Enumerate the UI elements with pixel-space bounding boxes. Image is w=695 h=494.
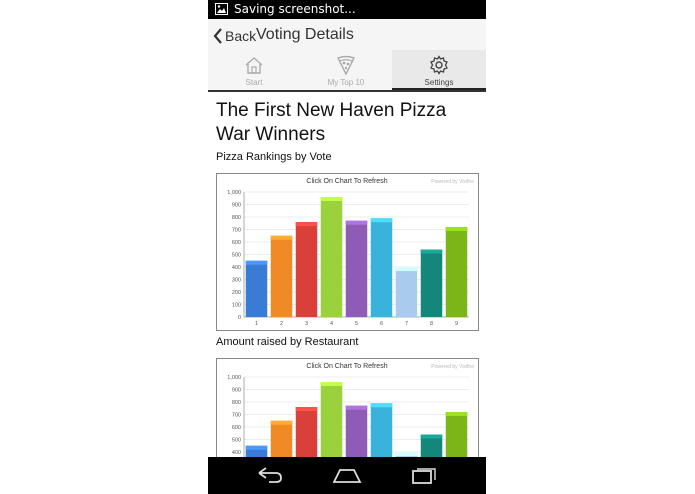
bar-top-highlight xyxy=(245,445,268,450)
amount-raised-label: Amount raised by Restaurant xyxy=(216,336,359,348)
pizza-rankings-chart[interactable]: Click On Chart To Refresh Powered by Visi… xyxy=(216,173,479,331)
y-tick-label: 700 xyxy=(232,413,241,419)
x-tick-label: 2 xyxy=(280,321,283,327)
bar-top-highlight xyxy=(420,434,443,439)
bar-top-highlight xyxy=(445,227,468,231)
x-tick-label: 7 xyxy=(405,321,408,327)
bar-top-highlight xyxy=(345,220,368,225)
bar-1 xyxy=(245,260,268,317)
gear-icon xyxy=(430,55,448,75)
y-tick-label: 900 xyxy=(232,388,241,394)
action-bar: Back Voting Details xyxy=(208,19,486,50)
y-tick-label: 100 xyxy=(232,303,241,309)
chart-watermark: Powered by Visifire xyxy=(431,179,474,185)
x-tick-label: 6 xyxy=(380,321,383,327)
bar-top-highlight xyxy=(270,235,293,240)
bar-2 xyxy=(270,420,293,457)
tab-my-top-10[interactable]: My Top 10 xyxy=(300,50,392,90)
y-tick-label: 800 xyxy=(232,400,241,406)
bar-top-highlight xyxy=(345,405,368,410)
bar-5 xyxy=(345,220,368,317)
chart-title: Click On Chart To Refresh xyxy=(306,178,387,185)
x-tick-label: 3 xyxy=(305,321,308,327)
back-label: Back xyxy=(225,28,257,44)
bar-top-highlight xyxy=(395,267,418,271)
y-tick-label: 1,000 xyxy=(227,375,241,381)
home-icon xyxy=(245,57,263,74)
y-tick-label: 500 xyxy=(232,438,241,444)
y-tick-label: 600 xyxy=(232,425,241,431)
pizza-rankings-label: Pizza Rankings by Vote xyxy=(216,151,332,163)
phone-screen: Saving screenshot... Back Voting Details… xyxy=(208,0,486,494)
pizza-icon xyxy=(337,55,355,75)
y-tick-label: 700 xyxy=(232,228,241,234)
bar-top-highlight xyxy=(295,222,318,226)
bar-top-highlight xyxy=(395,452,418,456)
bar-top-highlight xyxy=(320,197,343,201)
bar-top-highlight xyxy=(445,412,468,416)
status-bar: Saving screenshot... xyxy=(208,0,486,19)
y-tick-label: 600 xyxy=(232,240,241,246)
x-tick-label: 4 xyxy=(330,321,333,327)
bar-6 xyxy=(370,218,393,317)
chart-watermark: Powered by Visifire xyxy=(431,364,474,370)
bar-top-highlight xyxy=(320,382,343,386)
bar-top-highlight xyxy=(420,249,443,254)
status-notification-text: Saving screenshot... xyxy=(234,2,356,16)
y-tick-label: 0 xyxy=(238,315,241,321)
bar-top-highlight xyxy=(370,218,393,223)
bar-8 xyxy=(420,249,443,317)
bar-6 xyxy=(370,403,393,457)
bar-top-highlight xyxy=(295,407,318,411)
bar-5 xyxy=(345,405,368,457)
page-title: Voting Details xyxy=(256,26,354,43)
tab-settings[interactable]: Settings xyxy=(392,50,486,90)
bar-7 xyxy=(395,267,418,317)
page-heading: The First New Haven Pizza War Winners xyxy=(216,100,447,145)
back-button[interactable]: Back xyxy=(213,25,256,47)
bar-4 xyxy=(320,382,343,457)
y-tick-label: 900 xyxy=(232,203,241,209)
bar-9 xyxy=(445,227,468,317)
bar-top-highlight xyxy=(245,260,268,265)
tab-my-top-10-label: My Top 10 xyxy=(327,78,365,87)
home-nav-icon[interactable] xyxy=(332,465,362,485)
y-tick-label: 400 xyxy=(232,265,241,271)
chevron-left-icon xyxy=(213,28,222,44)
pizza-rankings-chart-svg: Click On Chart To Refresh Powered by Visi… xyxy=(227,178,474,327)
tab-start-label: Start xyxy=(245,78,263,87)
navigation-bar xyxy=(208,457,486,494)
x-tick-label: 1 xyxy=(255,321,258,327)
bar-top-highlight xyxy=(270,420,293,425)
tab-start[interactable]: Start xyxy=(208,50,300,90)
bar-9 xyxy=(445,412,468,457)
y-tick-label: 500 xyxy=(232,253,241,259)
tab-bar: Start My Top 10 Settings xyxy=(208,50,486,92)
y-tick-label: 200 xyxy=(232,290,241,296)
y-tick-label: 300 xyxy=(232,278,241,284)
tab-settings-label: Settings xyxy=(424,78,454,87)
image-icon xyxy=(215,3,228,15)
y-tick-label: 400 xyxy=(232,450,241,456)
recent-apps-icon[interactable] xyxy=(411,465,439,485)
x-tick-label: 5 xyxy=(355,321,358,327)
amount-raised-chart-svg: Click On Chart To Refresh Powered by Visi… xyxy=(227,363,474,457)
bar-2 xyxy=(270,235,293,317)
bar-3 xyxy=(295,407,318,457)
bar-top-highlight xyxy=(370,403,393,408)
bar-4 xyxy=(320,197,343,317)
y-tick-label: 1,000 xyxy=(227,190,241,196)
content-area[interactable]: The First New Haven Pizza War Winners Pi… xyxy=(208,92,486,457)
y-tick-label: 800 xyxy=(232,215,241,221)
amount-raised-chart[interactable]: Click On Chart To Refresh Powered by Visi… xyxy=(216,358,479,457)
back-nav-icon[interactable] xyxy=(256,465,284,485)
bar-3 xyxy=(295,222,318,317)
chart-title: Click On Chart To Refresh xyxy=(306,363,387,370)
x-tick-label: 8 xyxy=(430,321,433,327)
x-tick-label: 9 xyxy=(455,321,458,327)
